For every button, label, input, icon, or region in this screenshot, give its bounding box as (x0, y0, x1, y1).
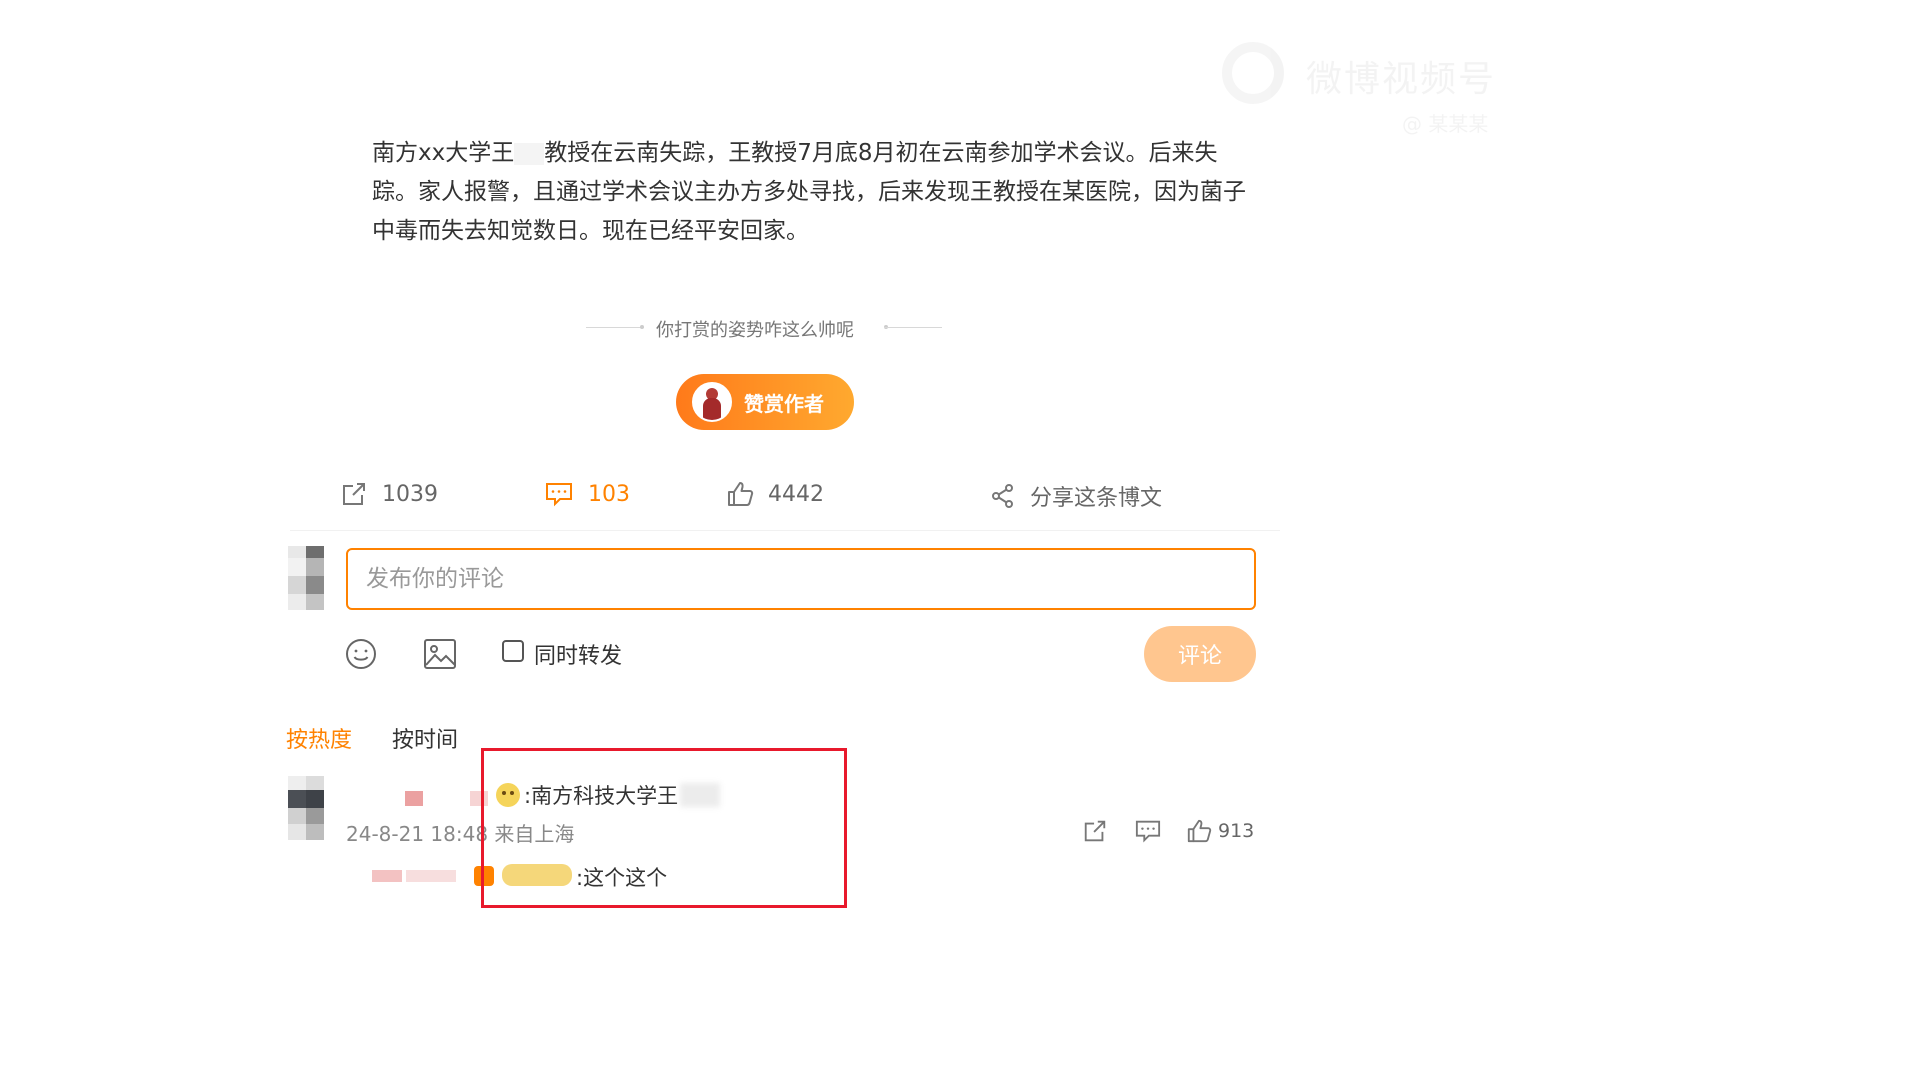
comment-count: 103 (588, 481, 630, 507)
post-text-part1: 南方xx大学王 (372, 140, 515, 166)
divider (290, 530, 1280, 531)
sort-by-hot-tab[interactable]: 按热度 (286, 722, 352, 754)
weibo-logo-icon (1222, 42, 1284, 104)
comment-text-content: :南方科技大学王 (524, 784, 679, 808)
share-icon (992, 484, 1013, 508)
post-body: 南方xx大学王 教授在云南失踪，王教授7月底8月初在云南参加学术会议。后来失踪。家… (372, 134, 1262, 251)
blurred-text (680, 783, 721, 807)
watermark-text: 微博视频号 (1306, 59, 1497, 100)
divider-right (884, 327, 942, 328)
reward-avatar (692, 382, 732, 422)
comment-button[interactable]: 103 (544, 480, 630, 508)
comment-repost-icon[interactable] (1082, 818, 1108, 844)
verified-badge-icon (474, 866, 494, 886)
comment-text: :南方科技大学王 (496, 780, 721, 810)
reward-author-button[interactable]: 赞赏作者 (676, 374, 854, 430)
repost-checkbox[interactable] (502, 640, 524, 662)
divider-dot (640, 325, 644, 329)
repost-count: 1039 (382, 481, 438, 507)
like-button[interactable]: 4442 (726, 480, 824, 508)
blurred-username (372, 870, 402, 882)
reward-tagline-text: 你打赏的姿势咋这么帅呢 (656, 320, 854, 341)
watermark: 微博视频号 @ 某某某 (1222, 42, 1522, 136)
doge-emoji-icon (496, 783, 520, 807)
comment-icon (546, 483, 572, 507)
share-label: 分享这条博文 (1030, 486, 1163, 511)
reply-row: :这个这个 (346, 858, 746, 890)
emoji-icon[interactable] (344, 637, 378, 671)
comment-meta: 24-8-21 18:48 来自上海 (346, 822, 575, 846)
reply-text: :这个这个 (576, 866, 668, 890)
thumbs-up-icon (728, 482, 754, 506)
divider-left (586, 327, 644, 328)
comment-input[interactable] (346, 548, 1256, 610)
blurred-name (514, 142, 545, 165)
submit-comment-button[interactable]: 评论 (1144, 626, 1256, 682)
comment-actions: 913 (1080, 818, 1256, 848)
image-upload-icon[interactable] (423, 638, 457, 670)
comment-like-count: 913 (1218, 820, 1255, 842)
crown-badge-icon (502, 864, 572, 886)
blurred-username (470, 791, 488, 806)
reward-tagline: 你打赏的姿势咋这么帅呢 (586, 314, 942, 342)
repost-icon (343, 483, 365, 505)
sort-by-time-tab[interactable]: 按时间 (392, 722, 458, 754)
blurred-username (405, 791, 423, 806)
comment-like-icon[interactable] (1186, 818, 1212, 844)
like-count: 4442 (768, 481, 824, 507)
comment-reply-icon[interactable] (1134, 818, 1162, 844)
post-action-bar: 1039 103 4442 分享这条博文 (290, 470, 1280, 526)
repost-checkbox-label: 同时转发 (534, 644, 623, 669)
watermark-sub: @ 某某某 (1402, 112, 1489, 136)
commenter-avatar[interactable] (288, 776, 324, 840)
share-button[interactable]: 分享这条博文 (990, 480, 1162, 512)
blurred-username (406, 870, 456, 882)
current-user-avatar (288, 546, 324, 610)
repost-button[interactable]: 1039 (340, 480, 438, 508)
reward-button-label: 赞赏作者 (744, 391, 824, 416)
